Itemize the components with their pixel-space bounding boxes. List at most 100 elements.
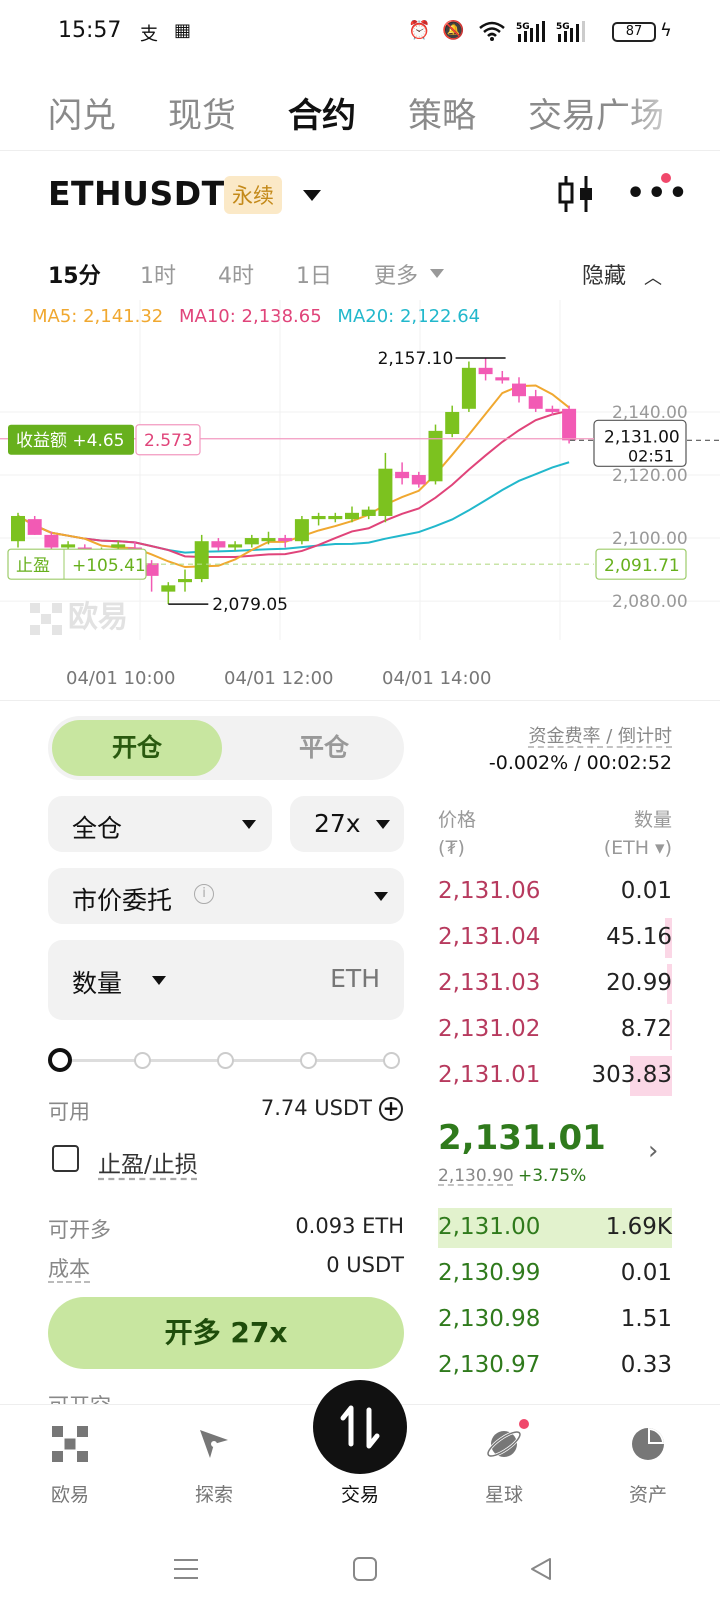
nav-okx[interactable]: 欧易 — [20, 1424, 120, 1507]
chevron-down-icon — [374, 892, 388, 901]
candlestick-chart[interactable]: 2,140.002,120.002,100.002,080.00 2,157.1… — [0, 300, 720, 700]
close-position-tab[interactable]: 平仓 — [244, 720, 404, 776]
chevron-right-icon[interactable]: › — [648, 1136, 658, 1166]
order-price: 2,131.04 — [438, 924, 541, 950]
bid-row[interactable]: 2,130.97 0.33 — [438, 1346, 672, 1386]
chevron-up-icon[interactable]: ︿ — [644, 264, 662, 290]
status-time: 15:57 — [58, 18, 122, 43]
order-qty: 8.72 — [620, 1016, 672, 1042]
price-header-unit: (₮) — [438, 837, 465, 859]
home-icon[interactable] — [352, 1556, 378, 1582]
order-qty: 1.51 — [620, 1306, 672, 1332]
nav-assets[interactable]: 资产 — [598, 1424, 698, 1507]
tp-label: 止盈 — [16, 556, 50, 576]
pnl-label: 收益额 +4.65 — [16, 431, 125, 451]
timeframe-4h[interactable]: 4时 — [218, 258, 254, 290]
open-long-button[interactable]: 开多 27x — [48, 1297, 404, 1369]
mute-icon: 🔕 — [442, 20, 465, 41]
order-price: 2,130.97 — [438, 1352, 541, 1378]
ask-row[interactable]: 2,131.04 45.16 — [438, 918, 672, 958]
divider — [0, 700, 720, 701]
cost-value: 0 USDT — [326, 1253, 404, 1277]
high-annotation: 2,157.10 — [378, 349, 454, 369]
qty-header-label: 数量 — [633, 809, 672, 831]
nav-label: 星球 — [484, 1484, 523, 1506]
candlestick-icon[interactable] — [556, 174, 596, 214]
available-value: 7.74 USDT — [260, 1096, 372, 1120]
order-type-select[interactable]: 市价委托 i — [48, 868, 404, 924]
candle-body — [545, 408, 560, 412]
candle-body — [478, 367, 493, 375]
bid-row[interactable]: 2,130.99 0.01 — [438, 1254, 672, 1294]
chevron-down-icon[interactable] — [152, 976, 166, 985]
candle-body — [144, 563, 159, 576]
okx-logo-icon — [30, 602, 62, 635]
tab-futures[interactable]: 合约 — [288, 88, 356, 137]
symbol-name[interactable]: ETHUSDT — [48, 174, 225, 213]
more-options-icon[interactable]: ••• — [626, 179, 690, 209]
orderbook-qty-header[interactable]: 数量 (ETH ▾) — [560, 806, 672, 862]
margin-mode-value: 全仓 — [72, 814, 123, 843]
nav-explore[interactable]: 探索 — [164, 1424, 264, 1507]
slider-node-25[interactable] — [134, 1052, 151, 1069]
info-icon[interactable]: i — [194, 884, 214, 904]
funding-rate-value: -0.002% / 00:02:52 — [488, 752, 672, 774]
y-tick-label: 2,120.00 — [612, 466, 688, 486]
timeframe-1d[interactable]: 1日 — [296, 258, 332, 290]
order-qty: 20.99 — [606, 970, 672, 996]
pie-chart-icon — [632, 1428, 664, 1460]
candle-body — [261, 538, 276, 542]
okx-icon: ▦ — [174, 20, 192, 41]
open-position-tab[interactable]: 开仓 — [52, 720, 222, 776]
tab-spot[interactable]: 现货 — [168, 88, 236, 137]
ask-row[interactable]: 2,131.06 0.01 — [438, 872, 672, 912]
candle-body — [111, 544, 126, 548]
back-icon[interactable] — [528, 1556, 554, 1582]
funding-rate-label[interactable]: 资金费率 / 倒计时 — [440, 722, 672, 748]
timeframe-15m[interactable]: 15分 — [48, 258, 101, 290]
mark-price[interactable]: 2,130.90 — [438, 1166, 514, 1186]
timeframe-more[interactable]: 更多 — [374, 258, 418, 290]
y-tick-label: 2,080.00 — [612, 592, 688, 612]
svg-text:5G: 5G — [556, 22, 570, 32]
menu-icon[interactable] — [172, 1556, 200, 1582]
cost-label[interactable]: 成本 — [48, 1253, 90, 1283]
nav-planet[interactable]: 星球 — [454, 1424, 554, 1507]
max-long-value: 0.093 ETH — [295, 1214, 404, 1238]
candle-body — [411, 475, 426, 485]
symbol-dropdown-caret-icon[interactable] — [303, 190, 321, 201]
pnl-entry-label: 2.573 — [144, 431, 193, 451]
notification-dot — [517, 1417, 531, 1431]
bid-row[interactable]: 2,130.98 1.51 — [438, 1300, 672, 1340]
charging-icon: ϟ — [660, 20, 672, 41]
order-qty: 0.33 — [620, 1352, 672, 1378]
ask-row[interactable]: 2,131.02 8.72 — [438, 1010, 672, 1050]
add-funds-icon[interactable]: + — [379, 1097, 403, 1121]
tab-flash-swap[interactable]: 闪兑 — [48, 88, 116, 137]
timeframe-1h[interactable]: 1时 — [140, 258, 176, 290]
tpsl-checkbox[interactable] — [52, 1145, 79, 1172]
ask-row[interactable]: 2,131.03 20.99 — [438, 964, 672, 1004]
tpsl-label[interactable]: 止盈/止损 — [98, 1145, 198, 1179]
candle-body — [244, 538, 259, 545]
slider-node-100[interactable] — [383, 1052, 400, 1069]
amount-input[interactable]: 数量 ETH — [48, 940, 404, 1020]
leverage-select[interactable]: 27x — [290, 796, 404, 852]
nav-label: 欧易 — [50, 1484, 89, 1506]
bid-row[interactable]: 2,131.00 1.69K — [438, 1208, 672, 1248]
ask-row[interactable]: 2,131.01 303.83 — [438, 1056, 672, 1096]
tab-strategy[interactable]: 策略 — [408, 88, 476, 137]
qty-header-unit: (ETH ▾) — [603, 837, 672, 859]
nav-trade[interactable]: 交易 — [310, 1424, 410, 1507]
wifi-icon — [478, 20, 506, 47]
candle-body — [311, 515, 326, 520]
order-qty: 0.01 — [620, 1260, 672, 1286]
perpetual-badge: 永续 — [224, 176, 282, 214]
slider-node-50[interactable] — [217, 1052, 234, 1069]
order-price: 2,130.99 — [438, 1260, 541, 1286]
amount-slider-thumb[interactable] — [48, 1048, 72, 1072]
margin-mode-select[interactable]: 全仓 — [48, 796, 272, 852]
current-price-label: 2,131.00 — [604, 427, 680, 447]
hide-chart-button[interactable]: 隐藏 — [582, 258, 626, 290]
slider-node-75[interactable] — [300, 1052, 317, 1069]
